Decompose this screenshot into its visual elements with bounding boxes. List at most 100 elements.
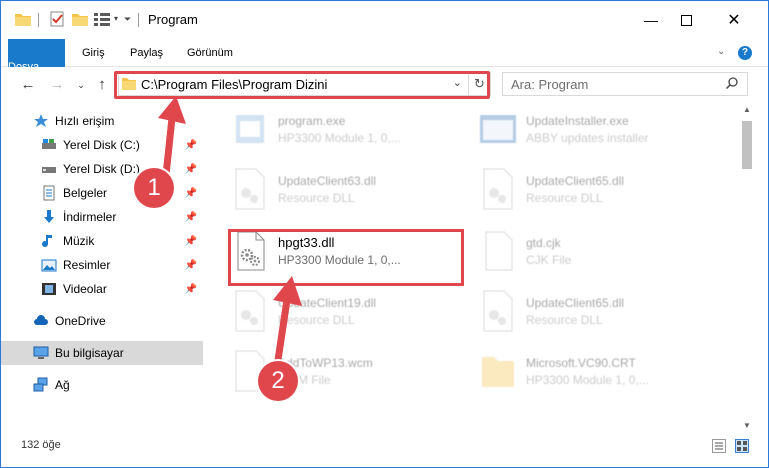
separator [138, 13, 139, 27]
sidebar-item-label: Yerel Disk (C:) [63, 138, 140, 152]
sidebar-item-label: Resimler [63, 258, 111, 272]
new-folder-icon[interactable] [72, 12, 88, 26]
sidebar-item-videos[interactable]: Videolar 📌 [1, 277, 203, 301]
close-button[interactable]: ✕ [711, 1, 757, 39]
download-icon [41, 209, 57, 225]
file-description: Resource DLL [278, 190, 355, 205]
dll-icon [478, 167, 518, 211]
close-icon: ✕ [727, 12, 741, 29]
item-count: 132 öğe [21, 439, 61, 451]
tab-view[interactable]: Görünüm [176, 39, 244, 67]
file-item[interactable]: UpdateInstaller.exe ABBY updates installe… [478, 101, 714, 157]
file-description: HP3300 Module 1, 0,... [278, 130, 401, 145]
sidebar-item-quick-access[interactable]: Hızlı erişim [1, 109, 203, 133]
file-description: Resource DLL [526, 190, 603, 205]
drive-icon [41, 137, 57, 153]
file-item[interactable]: UpdateClient65.dll Resource DLL [478, 283, 714, 339]
sidebar-item-downloads[interactable]: İndirmeler 📌 [1, 205, 203, 229]
view-options-icon[interactable] [94, 12, 112, 26]
pin-icon[interactable]: 📌 [185, 236, 197, 247]
file-item[interactable]: program.exe HP3300 Module 1, 0,... [230, 101, 466, 157]
file-description: Resource DLL [278, 312, 355, 327]
explorer-window: ▾ ⏷ Program — ✕ Dosya Giriş Paylaş Görün… [0, 0, 769, 468]
maximize-icon [680, 14, 692, 26]
pin-icon[interactable]: 📌 [185, 188, 197, 199]
scroll-up-icon[interactable]: ▲ [742, 105, 752, 114]
address-highlight-box [114, 71, 490, 99]
pin-icon[interactable]: 📌 [185, 164, 197, 175]
file-name: program.exe [278, 113, 346, 128]
file-item[interactable]: Microsoft.VC90.CRT HP3300 Module 1, 0,... [478, 343, 714, 399]
computer-icon [33, 345, 49, 361]
back-button[interactable]: ← [18, 75, 38, 95]
scroll-down-icon[interactable]: ▼ [742, 421, 752, 430]
help-icon[interactable]: ? [738, 46, 752, 60]
vertical-scrollbar[interactable]: ▲ ▼ [739, 101, 755, 433]
sidebar-item-label: Ağ [55, 378, 70, 392]
videos-icon [41, 281, 57, 297]
sidebar-item-this-pc[interactable]: Bu bilgisayar [1, 341, 203, 365]
scroll-thumb[interactable] [742, 121, 752, 169]
arrow-left-icon: ← [20, 76, 36, 93]
sidebar-item-label: Yerel Disk (D:) [63, 162, 140, 176]
file-item[interactable]: UpdateClient65.dll Resource DLL [478, 161, 714, 217]
pin-icon[interactable]: 📌 [185, 212, 197, 223]
cloud-icon [33, 313, 49, 329]
music-icon [41, 233, 57, 249]
pin-icon[interactable]: 📌 [185, 260, 197, 271]
file-name: gtd.cjk [526, 235, 561, 250]
recent-locations-button[interactable]: ⌄ [71, 75, 91, 95]
chevron-down-icon: ⌄ [77, 80, 85, 90]
file-name: UpdateClient65.dll [526, 173, 625, 188]
sidebar-item-pictures[interactable]: Resimler 📌 [1, 253, 203, 277]
tab-share[interactable]: Paylaş [119, 39, 174, 67]
sidebar-item-onedrive[interactable]: OneDrive [1, 309, 203, 333]
arrow-up-icon: ↑ [98, 76, 106, 93]
file-description: ABBY updates installer [526, 130, 649, 145]
file-item[interactable]: UpdateClient19.dll Resource DLL [230, 283, 466, 339]
sidebar-item-label: Videolar [63, 282, 107, 296]
file-name: Microsoft.VC90.CRT [526, 355, 636, 370]
customize-toolbar-icon[interactable]: ▾ [114, 14, 118, 23]
pin-icon[interactable]: 📌 [185, 140, 197, 151]
dll-icon [230, 167, 270, 211]
large-icons-view-icon[interactable] [735, 439, 749, 453]
file-highlight-box [228, 229, 464, 286]
file-item[interactable]: UpdateClient63.dll Resource DLL [230, 161, 466, 217]
sidebar-item-disk-d[interactable]: Yerel Disk (D:) 📌 [1, 157, 203, 181]
forward-button[interactable]: → [47, 75, 67, 95]
title-bar: ▾ ⏷ Program — ✕ [1, 1, 768, 39]
details-view-icon[interactable] [712, 439, 726, 453]
properties-icon[interactable] [49, 11, 65, 27]
navigation-pane: Hızlı erişim Yerel Disk (C:) 📌 Yerel Dis… [1, 105, 204, 435]
search-input[interactable] [503, 76, 713, 92]
separator [38, 13, 39, 27]
pictures-icon [41, 257, 57, 273]
pin-icon[interactable]: 📌 [185, 284, 197, 295]
tab-home[interactable]: Giriş [71, 39, 116, 67]
maximize-button[interactable] [663, 1, 709, 39]
file-name: UpdateClient63.dll [278, 173, 377, 188]
status-bar: 132 öğe [1, 435, 768, 457]
sidebar-item-music[interactable]: Müzik 📌 [1, 229, 203, 253]
dll-icon [478, 289, 518, 333]
up-button[interactable]: ↑ [92, 75, 112, 95]
file-name: UpdateInstaller.exe [526, 113, 629, 128]
file-item[interactable]: gtd.cjk CJK File [478, 223, 714, 279]
search-box[interactable] [502, 72, 748, 96]
sidebar-item-label: OneDrive [55, 314, 106, 328]
step-2-badge: 2 [258, 361, 298, 401]
sidebar-item-label: Belgeler [63, 186, 108, 200]
sidebar-item-label: İndirmeler [63, 210, 117, 224]
search-icon [725, 77, 738, 90]
sidebar-item-network[interactable]: Ağ [1, 373, 203, 397]
exe-icon [230, 107, 270, 151]
file-name: UpdateClient19.dll [278, 295, 377, 310]
file-name: UpdateClient65.dll [526, 295, 625, 310]
sidebar-item-disk-c[interactable]: Yerel Disk (C:) 📌 [1, 133, 203, 157]
installer-icon [478, 107, 518, 151]
sidebar-item-label: Müzik [63, 234, 95, 248]
file-description: HP3300 Module 1, 0,... [526, 372, 649, 387]
quick-access-dropdown-icon[interactable]: ⏷ [124, 14, 131, 25]
expand-ribbon-icon[interactable]: ⌄ [717, 46, 725, 57]
